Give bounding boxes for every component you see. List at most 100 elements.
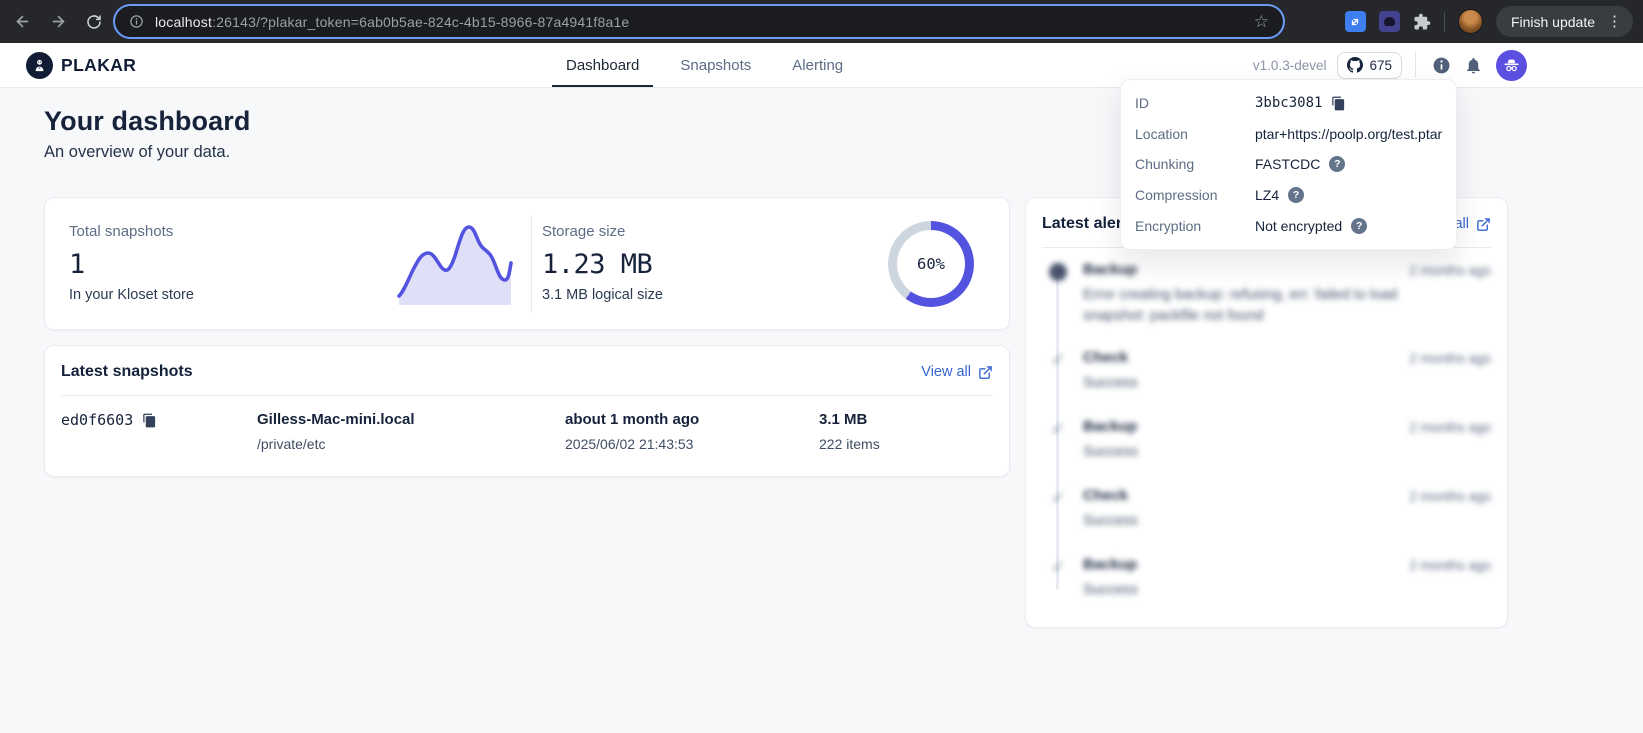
alert-item[interactable]: ✓ Check Success 2 months ago: [1042, 487, 1491, 556]
snapshot-items: 222 items: [819, 436, 993, 452]
alert-message: Error creating backup: refusing, err: fa…: [1083, 285, 1409, 327]
back-icon[interactable]: [4, 4, 40, 40]
incognito-avatar-icon: [1502, 56, 1521, 75]
latest-snapshots-card: Latest snapshots View all ed0f6603 Gille…: [44, 345, 1010, 477]
reload-icon[interactable]: [76, 4, 112, 40]
external-link-icon: [1476, 217, 1491, 232]
github-stars-button[interactable]: 675: [1337, 52, 1402, 79]
site-info-icon[interactable]: [129, 14, 144, 29]
browser-actions: Finish update ⋮: [1345, 0, 1633, 43]
popover-row-encryption: Encryption Not encrypted?: [1135, 210, 1442, 241]
alert-time: 2 months ago: [1409, 349, 1491, 366]
header-divider: [1415, 52, 1416, 78]
info-button[interactable]: [1432, 56, 1451, 75]
copy-icon[interactable]: [1331, 96, 1346, 111]
repository-info-popover: ID 3bbc3081 Location ptar+https://poolp.…: [1120, 79, 1457, 250]
alert-type: Backup: [1083, 418, 1409, 435]
alert-type: Backup: [1083, 556, 1409, 573]
url-path: :26143/?plakar_token=6ab0b5ae-824c-4b15-…: [212, 14, 629, 30]
alert-check-icon: ✓: [1049, 489, 1067, 507]
alert-message: Success: [1083, 511, 1409, 532]
alert-type: Check: [1083, 487, 1409, 504]
alert-message: Success: [1083, 442, 1409, 463]
alert-item[interactable]: ✓ Backup Success 2 months ago: [1042, 418, 1491, 487]
github-stars-count: 675: [1369, 58, 1392, 73]
address-bar[interactable]: localhost:26143/?plakar_token=6ab0b5ae-8…: [115, 6, 1283, 37]
total-snapshots-stat: Total snapshots 1 In your Kloset store: [69, 223, 194, 303]
copy-icon[interactable]: [142, 413, 157, 428]
total-snapshots-label: Total snapshots: [69, 223, 194, 240]
version-label: v1.0.3-devel: [1253, 58, 1327, 73]
storage-usage-percent: 60%: [897, 230, 965, 298]
external-link-icon: [978, 365, 993, 380]
bookmark-star-icon[interactable]: ☆: [1254, 13, 1269, 30]
popover-row-chunking: Chunking FASTCDC?: [1135, 149, 1442, 180]
main-nav: Dashboard Snapshots Alerting: [552, 43, 857, 87]
alert-item[interactable]: ✓ Check Success 2 months ago: [1042, 349, 1491, 418]
snapshot-id: ed0f6603: [61, 411, 257, 429]
snapshot-host: Gilless-Mac-mini.local: [257, 411, 565, 428]
alert-item[interactable]: Backup Error creating backup: refusing, …: [1042, 261, 1491, 349]
snapshot-date: 2025/06/02 21:43:53: [565, 436, 819, 452]
help-icon[interactable]: ?: [1329, 156, 1345, 172]
brand[interactable]: PLAKAR: [26, 43, 136, 87]
finish-update-button[interactable]: Finish update ⋮: [1496, 6, 1633, 37]
storage-usage-donut: 60%: [888, 221, 974, 307]
alert-item[interactable]: ✓ Backup Success 2 months ago: [1042, 556, 1491, 625]
brand-name: PLAKAR: [61, 55, 136, 76]
latest-snapshots-title: Latest snapshots: [61, 363, 193, 381]
snapshots-sparkline-chart: [397, 218, 513, 305]
alert-time: 2 months ago: [1409, 487, 1491, 504]
browser-toolbar: localhost:26143/?plakar_token=6ab0b5ae-8…: [0, 0, 1643, 43]
browser-menu-icon[interactable]: ⋮: [1604, 14, 1625, 29]
toolbar-divider: [1444, 12, 1445, 32]
snapshot-path: /private/etc: [257, 436, 565, 452]
finish-update-label: Finish update: [1511, 14, 1595, 30]
notifications-button[interactable]: [1464, 56, 1483, 75]
total-snapshots-value: 1: [69, 249, 194, 280]
alert-message: Success: [1083, 580, 1409, 601]
alert-type: Check: [1083, 349, 1409, 366]
snapshot-row[interactable]: ed0f6603 Gilless-Mac-mini.local /private…: [61, 396, 993, 452]
stats-card: Total snapshots 1 In your Kloset store S…: [44, 197, 1010, 330]
tab-alerting[interactable]: Alerting: [778, 43, 857, 87]
info-icon: [1432, 56, 1451, 75]
forward-icon[interactable]: [40, 4, 76, 40]
alert-error-icon: [1049, 263, 1067, 281]
snapshot-size: 3.1 MB: [819, 411, 993, 428]
alert-time: 2 months ago: [1409, 418, 1491, 435]
alert-time: 2 months ago: [1409, 261, 1491, 278]
page-title: Your dashboard: [44, 106, 250, 137]
latest-alerts-card: Latest alerts View all Backup Error crea…: [1025, 197, 1508, 628]
alert-type: Backup: [1083, 261, 1409, 278]
alert-check-icon: ✓: [1049, 420, 1067, 438]
storage-size-sub: 3.1 MB logical size: [542, 287, 663, 303]
bell-icon: [1464, 56, 1483, 75]
alerts-list: Backup Error creating backup: refusing, …: [1042, 248, 1491, 625]
tab-snapshots[interactable]: Snapshots: [666, 43, 765, 87]
stats-divider: [531, 215, 532, 313]
page-subtitle: An overview of your data.: [44, 143, 230, 162]
plakar-logo-icon: [26, 52, 53, 79]
user-avatar-button[interactable]: [1496, 50, 1527, 81]
tab-dashboard[interactable]: Dashboard: [552, 43, 653, 87]
alert-time: 2 months ago: [1409, 556, 1491, 573]
popover-row-location: Location ptar+https://poolp.org/test.pta…: [1135, 119, 1442, 150]
alert-check-icon: ✓: [1049, 558, 1067, 576]
url-host: localhost: [155, 14, 212, 30]
popover-row-id: ID 3bbc3081: [1135, 88, 1442, 119]
storage-size-stat: Storage size 1.23 MB 3.1 MB logical size: [542, 223, 663, 303]
snapshot-age: about 1 month ago: [565, 411, 819, 428]
popover-row-compression: Compression LZ4?: [1135, 180, 1442, 211]
storage-size-label: Storage size: [542, 223, 663, 240]
extensions-puzzle-icon[interactable]: [1413, 13, 1431, 31]
extension-resize-icon[interactable]: [1345, 11, 1366, 32]
github-icon: [1347, 57, 1363, 73]
alert-check-icon: ✓: [1049, 351, 1067, 369]
extension-dark-icon[interactable]: [1379, 11, 1400, 32]
help-icon[interactable]: ?: [1351, 218, 1367, 234]
storage-size-value: 1.23 MB: [542, 249, 663, 280]
snapshots-view-all-link[interactable]: View all: [921, 364, 993, 380]
browser-profile-avatar[interactable]: [1458, 9, 1483, 34]
help-icon[interactable]: ?: [1288, 187, 1304, 203]
